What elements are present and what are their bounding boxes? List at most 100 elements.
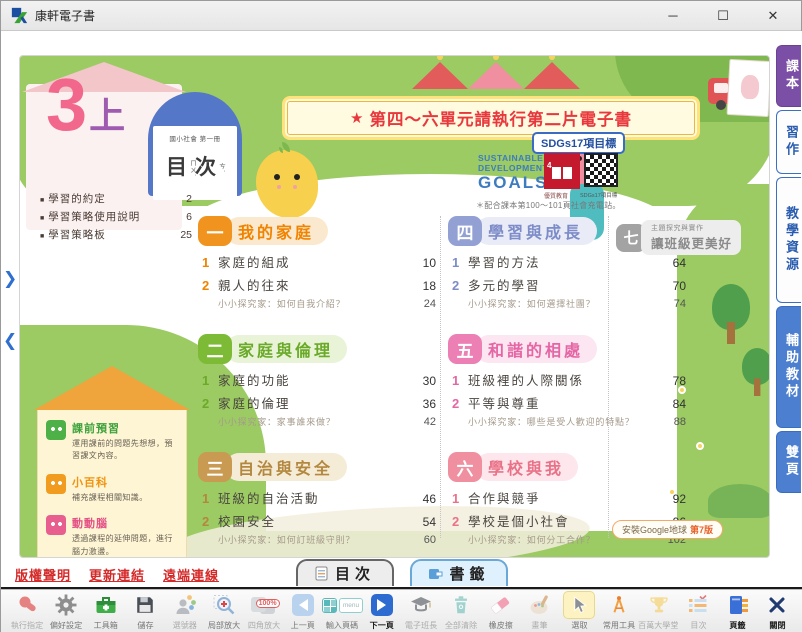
encyclopedia-face-icon	[46, 474, 66, 494]
tool-prev-page[interactable]: 上一頁	[283, 592, 322, 632]
lesson-title: 校園安全	[218, 511, 420, 530]
remote-link[interactable]: 遠端連線	[163, 565, 219, 584]
series-label: 國小社會 第一冊	[153, 133, 237, 143]
minimize-button[interactable]: ─	[663, 8, 683, 24]
lesson-number: 2	[202, 396, 218, 411]
intro-item[interactable]: ■ 學習的約定 2	[40, 191, 192, 206]
tool-select[interactable]: 選取	[560, 592, 599, 632]
tool-save[interactable]: 儲存	[125, 592, 164, 632]
tool-run-assign[interactable]: 執行指定	[7, 592, 46, 632]
explore-row[interactable]: 小小探究家：如何自我介紹？ 24	[218, 298, 436, 312]
intro-item[interactable]: ■ 學習策略使用說明 6	[40, 209, 192, 224]
side-tab-two-page[interactable]: 雙頁	[776, 431, 801, 493]
toc-tab-icon	[315, 566, 329, 581]
unit-header[interactable]: 一 我的家庭	[198, 216, 436, 246]
zoom-100-icon: 100%	[249, 592, 279, 618]
explore-row[interactable]: 小小探究家：如何訂班級守則？ 60	[218, 534, 436, 548]
page-forward-arrow[interactable]: ❯	[3, 269, 17, 289]
tool-e-class-leader[interactable]: 電子班長	[402, 592, 441, 632]
lesson-row[interactable]: 2 平等與尊重 84	[452, 393, 686, 412]
intro-page: 25	[180, 229, 192, 241]
lesson-number: 1	[452, 255, 468, 270]
lesson-row[interactable]: 2 親人的往來 18	[202, 275, 436, 294]
lesson-title: 親人的往來	[218, 275, 420, 294]
tool-brush[interactable]: 畫筆	[520, 592, 559, 632]
tab-bookmark[interactable]: 書籤	[410, 559, 508, 586]
lesson-number: 2	[202, 514, 218, 529]
close-button[interactable]: ✕	[763, 8, 783, 24]
side-tab-textbook[interactable]: 課本	[776, 45, 801, 107]
legend-item: 小百科 補充課程相關知識。	[46, 474, 178, 504]
footer-strip: 版權聲明 更新連結 遠端連線 目次 書籤	[1, 561, 802, 587]
tool-zoom-corners[interactable]: 100% 四角放大	[244, 592, 283, 632]
explore-row[interactable]: 小小探究家：哪些是受人歡迎的特點？ 88	[468, 416, 686, 430]
explore-title: 小小探究家：如何訂班級守則？	[218, 534, 421, 548]
update-link[interactable]: 更新連結	[89, 565, 145, 584]
tool-quiz-hall[interactable]: 百萬大學堂	[639, 592, 679, 632]
page-back-arrow[interactable]: ❮	[3, 331, 17, 351]
bush-decor	[708, 484, 770, 518]
tool-page-tabs[interactable]: 頁籤	[718, 592, 757, 632]
tool-next-page[interactable]: 下一頁	[362, 592, 401, 632]
tool-close[interactable]: 關閉	[757, 592, 796, 632]
unit-header[interactable]: 五 和諧的相處	[448, 334, 686, 364]
unit-block-3: 三 自治與安全 1 班級的自治活動 46 2 校園安全 54 小小探究家：如何訂…	[198, 452, 436, 548]
unit-block-1: 一 我的家庭 1 家庭的組成 10 2 親人的往來 18 小小探究家：如何自我介…	[198, 216, 436, 312]
tool-zoom-region[interactable]: 局部放大	[204, 592, 243, 632]
gear-icon	[51, 592, 81, 618]
side-tab-supplementary[interactable]: 輔助教材	[776, 306, 801, 428]
explore-title: 小小探究家：如何自我介紹？	[218, 298, 421, 312]
eraser-icon	[485, 592, 515, 618]
tool-clear-all[interactable]: 全部清除	[441, 592, 480, 632]
tool-common-tools[interactable]: 常用工具	[599, 592, 638, 632]
lesson-title: 多元的學習	[468, 275, 670, 294]
lesson-row[interactable]: 1 班級裡的人際關係 78	[452, 370, 686, 389]
intro-item[interactable]: ■ 學習策略板 25	[40, 227, 192, 242]
google-earth-badge[interactable]: 安裝Google地球 第7版	[612, 520, 723, 539]
tool-toc[interactable]: 目次	[679, 592, 718, 632]
yellow-mascot	[256, 150, 318, 218]
tab-toc[interactable]: 目次	[296, 559, 394, 586]
tool-page-input[interactable]: menu 輸入頁碼	[323, 592, 362, 632]
lesson-row[interactable]: 1 家庭的組成 10	[202, 252, 436, 271]
lesson-title: 班級的自治活動	[218, 488, 420, 507]
unit-header[interactable]: 六 學校與我	[448, 452, 686, 482]
lesson-number: 1	[202, 373, 218, 388]
lesson-row[interactable]: 1 家庭的功能 30	[202, 370, 436, 389]
unit-block-7[interactable]: 七 主題探究與實作 讓班級更美好	[616, 220, 741, 255]
unit7-text: 主題探究與實作 讓班級更美好	[641, 220, 741, 255]
lesson-row[interactable]: 2 家庭的倫理 36	[202, 393, 436, 412]
tent-icon	[524, 62, 580, 89]
unit-number-badge: 三	[198, 452, 232, 482]
sdg4-number: 4	[547, 161, 551, 170]
tool-eraser[interactable]: 橡皮擦	[481, 592, 520, 632]
lesson-row[interactable]: 1 班級的自治活動 46	[202, 488, 436, 507]
lesson-row[interactable]: 2 多元的學習 70	[452, 275, 686, 294]
maximize-button[interactable]: ☐	[713, 8, 733, 24]
lesson-row[interactable]: 2 校園安全 54	[202, 511, 436, 530]
unit-header[interactable]: 三 自治與安全	[198, 452, 436, 482]
copyright-link[interactable]: 版權聲明	[15, 565, 71, 584]
explore-row[interactable]: 小小探究家：家事誰來做？ 42	[218, 416, 436, 430]
lesson-number: 2	[452, 396, 468, 411]
side-tab-workbook[interactable]: 習作	[776, 110, 801, 174]
bottom-toolbar: 執行指定 偏好設定	[1, 589, 802, 632]
title-bar: 康軒電子書 ─ ☐ ✕	[1, 1, 801, 31]
legend-desc: 運用課前的問題先想想，預習課文內容。	[72, 438, 178, 463]
tool-number-picker[interactable]: 選號器	[165, 592, 204, 632]
legend-item: 課前預習 運用課前的問題先想想，預習課文內容。	[46, 420, 178, 463]
lesson-number: 2	[202, 278, 218, 293]
unit-number-badge: 四	[448, 216, 482, 246]
side-tab-teaching-resources[interactable]: 教學資源	[776, 177, 801, 303]
unit-number-badge: 五	[448, 334, 482, 364]
unit-header[interactable]: 二 家庭與倫理	[198, 334, 436, 364]
sdgs-button[interactable]: SDGs17項目標	[532, 132, 625, 154]
tool-preferences[interactable]: 偏好設定	[46, 592, 85, 632]
explore-row[interactable]: 小小探究家：如何選擇社團？ 74	[468, 298, 686, 312]
tool-toolbox[interactable]: 工具箱	[86, 592, 125, 632]
bullet-icon: ■	[40, 215, 44, 222]
zhuyin-label: ㄘˋ	[218, 163, 224, 173]
lesson-row[interactable]: 1 合作與競爭 92	[452, 488, 686, 507]
sdg4-tile-icon: 4	[544, 153, 580, 189]
app-logo-icon	[11, 7, 28, 24]
